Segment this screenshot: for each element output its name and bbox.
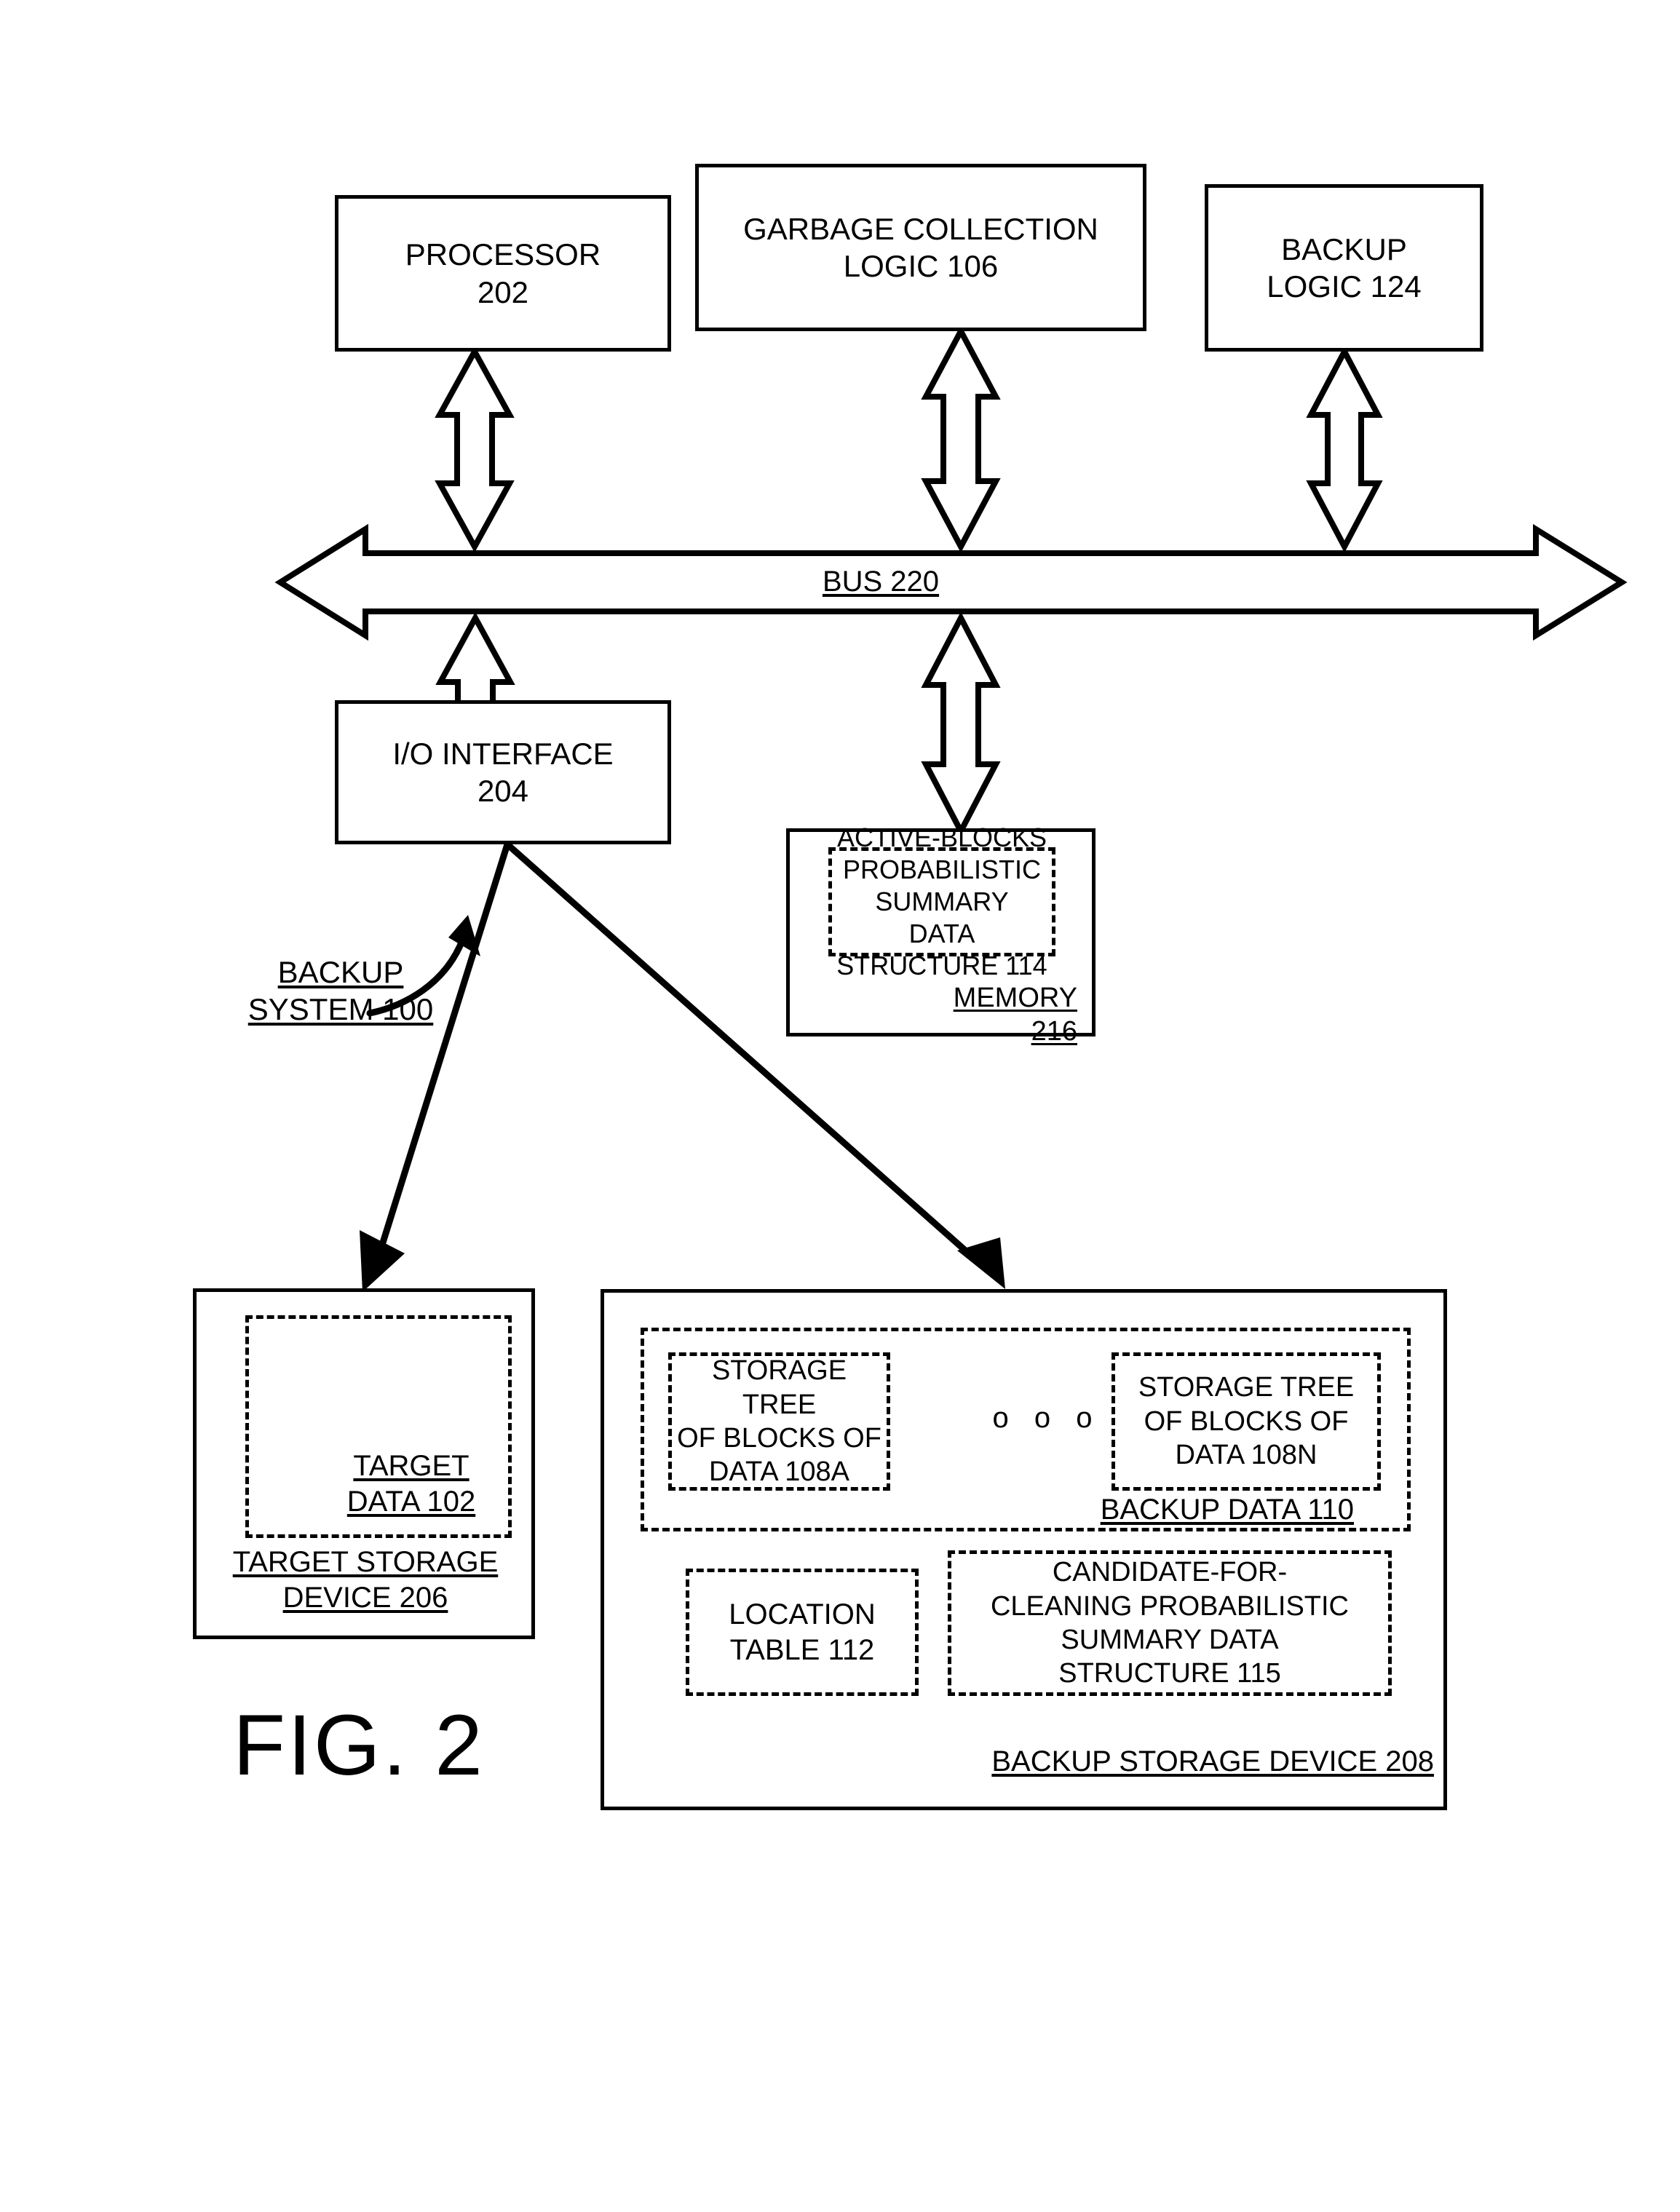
bus-label: BUS 220 — [822, 566, 940, 598]
node-active-blocks-summary-structure-label: ACTIVE-BLOCKS PROBABILISTIC SUMMARY DATA… — [836, 822, 1047, 980]
node-backup-logic[interactable]: BACKUP LOGIC 124 — [1205, 184, 1483, 352]
ellipsis-dots: o o o — [992, 1402, 1101, 1434]
figure-label: FIG. 2 — [233, 1697, 485, 1793]
node-location-table-label: LOCATION TABLE 112 — [729, 1598, 876, 1666]
node-memory-label: MEMORY 216 — [953, 983, 1077, 1047]
arrow-io-to-target-storage — [360, 843, 511, 1292]
node-active-blocks-summary-structure[interactable]: ACTIVE-BLOCKS PROBABILISTIC SUMMARY DATA… — [828, 822, 1055, 980]
node-io-interface[interactable]: I/O INTERFACE 204 — [335, 700, 671, 844]
node-backup-storage-device-label: BACKUP STORAGE DEVICE 208 — [991, 1745, 1434, 1777]
node-candidate-for-cleaning-structure[interactable]: CANDIDATE-FOR- CLEANING PROBABILISTIC SU… — [948, 1550, 1392, 1696]
node-io-interface-label: I/O INTERFACE 204 — [392, 736, 614, 808]
arrow-processor-bus — [435, 345, 515, 553]
node-backup-logic-label: BACKUP LOGIC 124 — [1267, 231, 1422, 304]
node-backup-data-label: BACKUP DATA 110 — [1100, 1494, 1354, 1526]
arrow-gclogic-bus — [921, 325, 1001, 553]
patent-figure-2: PROCESSOR 202 GARBAGE COLLECTION LOGIC 1… — [0, 0, 1680, 2212]
node-garbage-collection-logic[interactable]: GARBAGE COLLECTION LOGIC 106 — [695, 164, 1146, 331]
node-storage-tree-108n[interactable]: STORAGE TREE OF BLOCKS OF DATA 108N — [1112, 1352, 1381, 1491]
node-processor-label: PROCESSOR 202 — [405, 237, 601, 309]
arrow-backuplogic-bus — [1306, 345, 1383, 553]
node-target-data-label: TARGET DATA 102 — [346, 1450, 476, 1518]
node-garbage-collection-logic-label: GARBAGE COLLECTION LOGIC 106 — [743, 211, 1098, 283]
arrow-bus-memory — [921, 611, 1001, 838]
node-storage-tree-108n-label: STORAGE TREE OF BLOCKS OF DATA 108N — [1138, 1372, 1355, 1471]
callout-backup-system: BACKUP SYSTEM 100 — [247, 955, 434, 1027]
node-processor[interactable]: PROCESSOR 202 — [335, 195, 671, 352]
node-candidate-for-cleaning-structure-label: CANDIDATE-FOR- CLEANING PROBABILISTIC SU… — [990, 1557, 1349, 1689]
node-location-table[interactable]: LOCATION TABLE 112 — [686, 1569, 919, 1696]
node-storage-tree-108a-label: STORAGE TREE OF BLOCKS OF DATA 108A — [677, 1355, 881, 1488]
node-storage-tree-108a[interactable]: STORAGE TREE OF BLOCKS OF DATA 108A — [668, 1352, 890, 1491]
node-target-storage-device-label: TARGET STORAGE DEVICE 206 — [232, 1546, 499, 1614]
